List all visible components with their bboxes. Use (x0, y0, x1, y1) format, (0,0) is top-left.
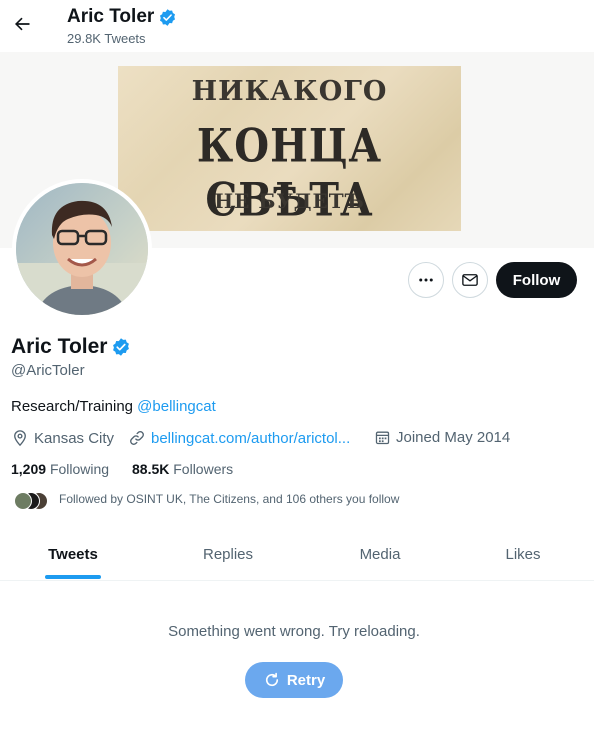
message-icon (462, 274, 478, 286)
tab-media[interactable]: Media (306, 528, 454, 581)
following-label: Following (49, 461, 110, 477)
followers-count: 88.5K (132, 461, 170, 477)
profile-banner-image[interactable]: НИКАКОГО КОНЦА СВѢТА НЕ БУДЕТЪ (118, 66, 461, 231)
location-icon (14, 430, 26, 447)
profile-handle: @AricToler (11, 362, 85, 379)
profile-tabs: Tweets Replies Media Likes (0, 528, 594, 581)
bio-text: Research/Training (11, 398, 138, 415)
location-text: Kansas City (34, 429, 115, 447)
tab-replies[interactable]: Replies (154, 528, 302, 581)
tab-likes[interactable]: Likes (452, 528, 594, 581)
retry-label: Retry (286, 671, 326, 689)
follow-button[interactable]: Follow (496, 262, 577, 298)
more-icon (419, 278, 433, 282)
header-tweet-count: 29.8K Tweets (67, 31, 146, 46)
top-header: Aric Toler 29.8K Tweets (0, 0, 594, 52)
bio-mention-link[interactable]: @bellingcat (137, 398, 216, 415)
tab-tweets[interactable]: Tweets (0, 528, 146, 581)
followed-by-text: Followed by OSINT UK, The Citizens, and … (59, 492, 400, 506)
profile-name: Aric Toler (11, 335, 131, 359)
avatar-photo (16, 183, 148, 315)
more-options-button[interactable] (408, 262, 444, 298)
banner-line-3: НЕ БУДЕТЪ (214, 189, 365, 213)
refresh-icon (265, 672, 278, 687)
active-tab-indicator (45, 575, 101, 579)
profile-avatar[interactable] (12, 179, 152, 319)
joined-text: Joined May 2014 (396, 429, 511, 446)
profile-joined: Joined May 2014 (374, 429, 510, 446)
message-button[interactable] (452, 262, 488, 298)
link-icon (130, 431, 144, 445)
profile-location: Kansas City (11, 429, 114, 447)
banner-line-1: НИКАКОГО (191, 76, 388, 107)
following-link[interactable]: 1,209 Following (11, 461, 109, 477)
follower-avatar (14, 492, 32, 510)
timeline-error-message: Something went wrong. Try reloading. (168, 623, 420, 640)
back-arrow-icon (15, 17, 30, 31)
followers-link[interactable]: 88.5K Followers (132, 461, 233, 477)
retry-button[interactable]: Retry (245, 662, 343, 698)
followers-label: Followers (173, 461, 234, 477)
header-name: Aric Toler (67, 6, 155, 27)
verified-badge-icon (160, 8, 176, 26)
profile-display-name: Aric Toler (11, 335, 108, 358)
profile-website[interactable]: bellingcat.com/author/arictol... (128, 429, 350, 447)
website-link[interactable]: bellingcat.com/author/arictol... (151, 430, 350, 447)
profile-bio: Research/Training @bellingcat (11, 398, 216, 415)
following-count: 1,209 (11, 461, 47, 477)
back-button[interactable] (8, 10, 36, 38)
header-title: Aric Toler (67, 6, 177, 28)
verified-badge-icon[interactable] (111, 337, 131, 357)
calendar-icon (375, 431, 390, 445)
